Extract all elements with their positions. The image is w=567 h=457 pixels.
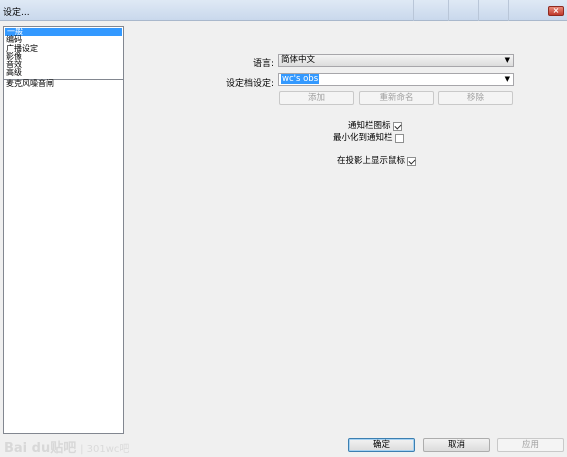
add-profile-button[interactable]: 添加 xyxy=(279,91,354,105)
sidebar-item-general[interactable]: 一般 xyxy=(5,27,122,37)
minimize-to-tray-label: 最小化到通知栏 xyxy=(333,133,393,143)
watermark: Bai du贴吧 | 301wc吧 xyxy=(4,437,129,456)
tray-icon-label: 通知栏图标 xyxy=(348,121,391,131)
rename-profile-button[interactable]: 重新命名 xyxy=(359,91,434,105)
ok-button[interactable]: 确定 xyxy=(348,438,415,452)
title-bar: 设定... × xyxy=(0,0,567,21)
watermark-logo: Bai du贴吧 xyxy=(4,441,77,456)
cancel-button[interactable]: 取消 xyxy=(423,438,490,452)
watermark-text: | 301wc吧 xyxy=(80,444,130,455)
profile-combobox[interactable]: wc's obs ▼ xyxy=(278,73,514,86)
close-icon[interactable]: × xyxy=(548,6,564,16)
tray-icon-checkbox[interactable] xyxy=(392,121,402,131)
chevron-down-icon: ▼ xyxy=(504,75,510,83)
profile-value: wc's obs xyxy=(281,74,320,84)
settings-category-list[interactable]: 一般 编码 广播设定 影像 音效 高级 麦克风噪音闸 xyxy=(3,26,124,434)
language-value: 简体中文 xyxy=(281,55,316,65)
show-cursor-checkbox[interactable] xyxy=(407,156,417,166)
show-cursor-label: 在投影上显示鼠标 xyxy=(337,156,406,166)
apply-button[interactable]: 应用 xyxy=(497,438,564,452)
sidebar-item-advanced[interactable]: 高级 xyxy=(4,69,123,78)
show-cursor-option[interactable]: 在投影上显示鼠标 xyxy=(337,156,417,167)
minimize-to-tray-checkbox[interactable] xyxy=(394,133,404,143)
profile-label: 设定档设定: xyxy=(225,79,274,89)
window-title: 设定... xyxy=(3,8,30,18)
remove-profile-button[interactable]: 移除 xyxy=(438,91,513,105)
tray-icon-option[interactable]: 通知栏图标 xyxy=(348,121,402,132)
minimize-to-tray-option[interactable]: 最小化到通知栏 xyxy=(333,133,404,144)
chevron-down-icon: ▼ xyxy=(504,56,510,64)
language-select[interactable]: 简体中文 ▼ xyxy=(278,54,514,67)
language-label: 语言: xyxy=(252,59,274,69)
sidebar-item-mic-noise-gate[interactable]: 麦克风噪音闸 xyxy=(4,79,123,88)
